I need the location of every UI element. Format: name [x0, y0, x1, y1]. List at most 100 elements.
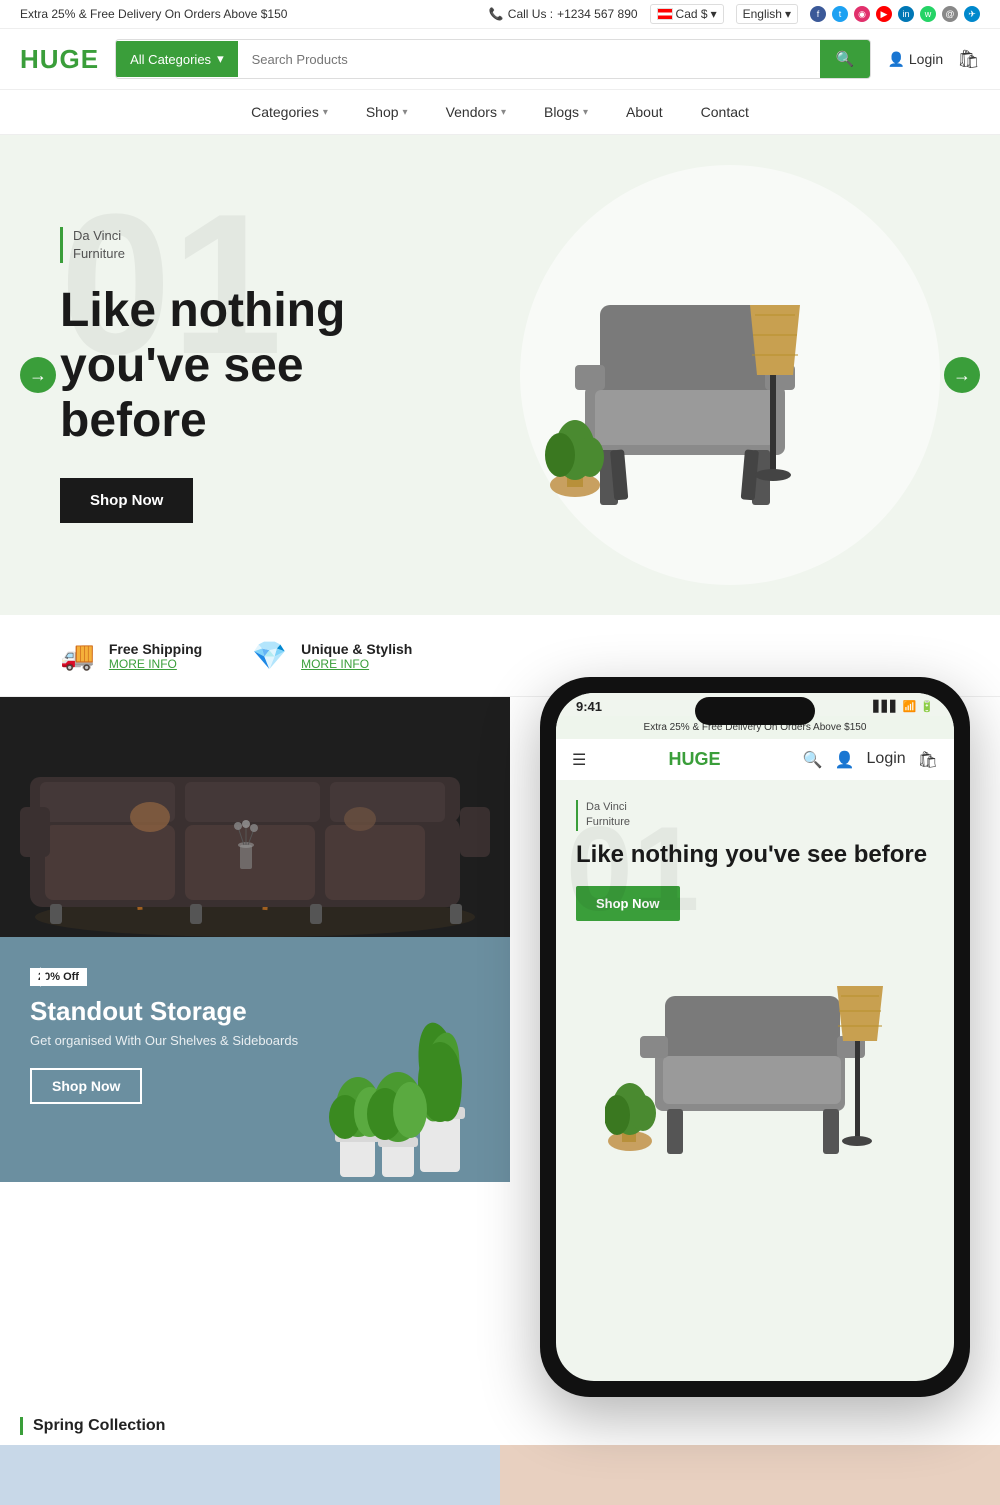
hero-title: Like nothing you've see before: [60, 283, 420, 449]
phone-screen: 9:41 ▋▋▋ 📶 🔋 Extra 25% & Free Delivery O…: [556, 693, 954, 1381]
nav-item-contact[interactable]: Contact: [697, 90, 753, 134]
instagram-icon[interactable]: ◉: [854, 6, 870, 22]
youtube-icon[interactable]: ▶: [876, 6, 892, 22]
nav-label-blogs: Blogs: [544, 104, 579, 120]
language-selector[interactable]: English ▾: [736, 4, 798, 24]
login-button[interactable]: 👤 Login: [887, 51, 943, 68]
phone-cart-icon[interactable]: 🛍: [918, 750, 938, 770]
top-bar-right: 📞 Call Us : +1234 567 890 Cad $ ▾ Englis…: [489, 4, 980, 24]
phone-logo[interactable]: HUGE: [669, 749, 721, 770]
hero-title-line1: Like nothing: [60, 284, 345, 337]
category-dropdown-button[interactable]: All Categories ▾: [116, 41, 237, 77]
phone-user-icon[interactable]: 👤: [835, 750, 855, 770]
search-input[interactable]: [238, 42, 820, 77]
cart-button[interactable]: 🛍: [957, 49, 980, 70]
logo[interactable]: HUGE: [20, 44, 99, 75]
phone-number: +1234 567 890: [557, 7, 637, 21]
bottom-strip-left: [0, 1445, 500, 1505]
phone-mockup-area: 9:41 ▋▋▋ 📶 🔋 Extra 25% & Free Delivery O…: [510, 697, 1000, 1397]
feature-shipping-link[interactable]: MORE INFO: [109, 657, 202, 671]
feature-stylish-text: Unique & Stylish MORE INFO: [301, 641, 412, 671]
currency-label: Cad $: [676, 7, 708, 21]
hero-content: 01 Da Vinci Furniture Like nothing you'v…: [0, 167, 480, 584]
whatsapp-icon[interactable]: w: [920, 6, 936, 22]
phone-notch: [695, 697, 815, 725]
search-button[interactable]: 🔍: [820, 40, 871, 78]
phone-header: ☰ HUGE 🔍 👤 Login 🛍: [556, 739, 954, 780]
storage-subtitle: Get organised With Our Shelves & Sideboa…: [30, 1033, 480, 1048]
carousel-next-button[interactable]: →: [944, 357, 980, 393]
diamond-icon: 💎: [252, 639, 287, 672]
wifi-icon: 📶: [903, 700, 917, 713]
phone-info: 📞 Call Us : +1234 567 890: [489, 7, 638, 21]
feature-stylish-link[interactable]: MORE INFO: [301, 657, 412, 671]
nav-item-shop[interactable]: Shop ▾: [362, 90, 412, 134]
arrow-right-icon: →: [953, 365, 971, 386]
left-panels: 20% Off Standout Storage Get organised W…: [0, 697, 510, 1397]
storage-discount-badge: 20% Off: [30, 968, 87, 986]
header: HUGE All Categories ▾ 🔍 👤 Login 🛍: [0, 29, 1000, 90]
category-chevron-icon: ▾: [217, 51, 224, 67]
sofa-panel: [0, 697, 510, 937]
bottom-strip: [0, 1445, 1000, 1505]
phone-hero-section: 01 Da Vinci Furniture Like nothing you'v…: [556, 780, 954, 1171]
battery-icon: 🔋: [920, 700, 934, 713]
twitter-icon[interactable]: t: [832, 6, 848, 22]
bottom-strip-right: [500, 1445, 1000, 1505]
feature-shipping-title: Free Shipping: [109, 641, 202, 657]
badge-text: 20% Off: [38, 971, 79, 983]
category-label: All Categories: [130, 52, 211, 67]
phone-slide-number: 01: [566, 800, 699, 938]
nav-item-categories[interactable]: Categories ▾: [247, 90, 332, 134]
carousel-prev-button[interactable]: →: [20, 357, 56, 393]
sofa-visual: [0, 697, 510, 937]
phone-search-icon[interactable]: 🔍: [803, 750, 823, 770]
phone-chair-illustration: [576, 941, 934, 1161]
search-icon: 🔍: [836, 51, 855, 68]
spring-section: Spring Collection: [0, 1397, 1000, 1445]
hero-cta-button[interactable]: Shop Now: [60, 478, 193, 523]
hero-section: → 01 Da Vinci Furniture Like nothing you…: [0, 135, 1000, 615]
header-actions: 👤 Login 🛍: [887, 49, 980, 70]
facebook-icon[interactable]: f: [810, 6, 826, 22]
hamburger-menu-icon[interactable]: ☰: [572, 750, 586, 770]
storage-title: Standout Storage: [30, 996, 480, 1027]
main-content: 20% Off Standout Storage Get organised W…: [0, 697, 1000, 1397]
top-bar: Extra 25% & Free Delivery On Orders Abov…: [0, 0, 1000, 29]
telegram-icon[interactable]: ✈: [964, 6, 980, 22]
language-chevron-icon: ▾: [785, 7, 791, 21]
phone-header-icons: 🔍 👤 Login 🛍: [803, 750, 938, 770]
nav-label-categories: Categories: [251, 104, 319, 120]
phone-label: Call Us :: [508, 7, 553, 21]
nav-item-blogs[interactable]: Blogs ▾: [540, 90, 592, 134]
phone-login-label[interactable]: Login: [867, 750, 906, 770]
feature-stylish-title: Unique & Stylish: [301, 641, 412, 657]
storage-cta-button[interactable]: Shop Now: [30, 1068, 142, 1104]
social-icons: f t ◉ ▶ in w @ ✈: [810, 6, 980, 22]
currency-chevron-icon: ▾: [711, 7, 717, 21]
hero-title-line2: you've see before: [60, 339, 304, 447]
feature-shipping: 🚚 Free Shipping MORE INFO: [60, 639, 202, 672]
chevron-down-icon: ▾: [323, 107, 328, 118]
phone-chair-svg: [605, 941, 905, 1161]
chair-illustration: [545, 225, 825, 525]
email-icon[interactable]: @: [942, 6, 958, 22]
nav-item-about[interactable]: About: [622, 90, 667, 134]
hero-furniture: [545, 225, 825, 525]
phone-mockup: 9:41 ▋▋▋ 📶 🔋 Extra 25% & Free Delivery O…: [540, 677, 970, 1397]
spring-collection-label: Spring Collection: [20, 1417, 980, 1435]
arrow-left-icon: →: [29, 365, 47, 386]
login-label: Login: [909, 51, 943, 67]
phone-time: 9:41: [576, 699, 602, 714]
signal-icon: ▋▋▋: [873, 700, 898, 713]
nav-label-shop: Shop: [366, 104, 399, 120]
nav-label-about: About: [626, 104, 663, 120]
nav-label-vendors: Vendors: [446, 104, 497, 120]
linkedin-icon[interactable]: in: [898, 6, 914, 22]
phone-icon: 📞: [489, 7, 504, 21]
language-label: English: [743, 7, 782, 21]
promo-text: Extra 25% & Free Delivery On Orders Abov…: [20, 7, 287, 21]
currency-selector[interactable]: Cad $ ▾: [650, 4, 724, 24]
main-nav: Categories ▾ Shop ▾ Vendors ▾ Blogs ▾ Ab…: [0, 90, 1000, 135]
nav-item-vendors[interactable]: Vendors ▾: [442, 90, 510, 134]
